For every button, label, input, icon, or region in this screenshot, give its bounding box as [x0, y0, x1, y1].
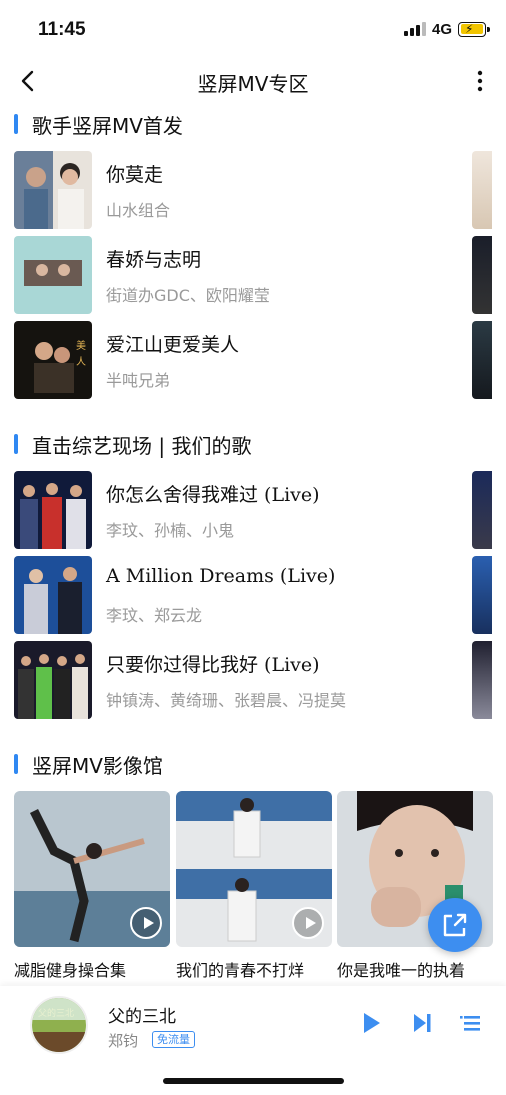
gallery-card[interactable]: 减脂健身操合集 — [14, 791, 170, 981]
share-button[interactable] — [428, 898, 482, 952]
battery-icon: ⚡ — [458, 21, 490, 37]
home-indicator[interactable] — [163, 1078, 344, 1084]
song-cover — [14, 556, 92, 634]
section-accent-bar — [14, 114, 18, 134]
song-row[interactable]: 只要你过得比我好 (Live) 钟镇涛、黄绮珊、张碧晨、冯提莫 — [14, 641, 506, 719]
next-card-peek[interactable] — [472, 151, 492, 229]
svg-text:美: 美 — [76, 339, 86, 352]
song-name: 爱江山更爱美人 — [106, 334, 240, 356]
song-cover — [14, 236, 92, 314]
gallery-thumbnail — [176, 791, 332, 947]
song-name: A Million Dreams (Live) — [106, 565, 336, 587]
section-title-text: 竖屏MV影像馆 — [32, 753, 163, 778]
song-row[interactable]: 你莫走 山水组合 — [14, 151, 506, 229]
song-artist: 李玟、郑云龙 — [106, 606, 203, 625]
song-name: 你怎么舍得我难过 (Live) — [106, 484, 320, 506]
gallery-caption: 你是我唯一的执着 — [337, 961, 466, 980]
signal-icon — [403, 22, 426, 36]
song-artist: 钟镇涛、黄绮珊、张碧晨、冯提莫 — [106, 691, 347, 710]
share-external-icon — [443, 913, 467, 937]
section-accent-bar — [14, 754, 18, 774]
gallery-card[interactable]: 你是我唯一的执着 — [337, 791, 493, 981]
status-time: 11:45 — [38, 19, 86, 40]
section-title-text: 直击综艺现场 | 我们的歌 — [32, 433, 252, 458]
player-artist: 郑钧 — [108, 1032, 139, 1050]
svg-text:父的三北: 父的三北 — [38, 1007, 74, 1019]
status-bar: 11:45 4G ⚡ — [0, 0, 506, 56]
next-card-peek[interactable] — [472, 641, 492, 719]
song-artist: 山水组合 — [106, 201, 171, 220]
song-row[interactable]: 春娇与志明 街道办GDC、欧阳耀莹 — [14, 236, 506, 314]
song-name: 春娇与志明 — [106, 249, 202, 271]
svg-text:人: 人 — [76, 356, 86, 368]
network-type: 4G — [431, 20, 452, 38]
gallery-caption: 减脂健身操合集 — [14, 961, 127, 980]
song-cover — [14, 471, 92, 549]
playlist-icon[interactable] — [459, 1010, 485, 1036]
song-artist: 李玟、孙楠、小鬼 — [106, 521, 235, 540]
player-song-name: 父的三北 — [108, 1007, 176, 1027]
data-free-badge: 免流量 — [152, 1031, 195, 1048]
gallery-card[interactable]: 我们的青春不打烊 — [176, 791, 332, 981]
section-title-text: 歌手竖屏MV首发 — [32, 113, 183, 138]
song-cover — [14, 641, 92, 719]
song-cover: 美人 — [14, 321, 92, 399]
section-title-mv-gallery: 竖屏MV影像馆 — [14, 750, 163, 778]
page-title: 竖屏MV专区 — [197, 72, 309, 96]
section-accent-bar — [14, 434, 18, 454]
next-card-peek[interactable] — [472, 556, 492, 634]
song-row[interactable]: A Million Dreams (Live) 李玟、郑云龙 — [14, 556, 506, 634]
next-card-peek[interactable] — [472, 321, 492, 399]
song-name: 只要你过得比我好 (Live) — [106, 654, 320, 676]
gallery-caption: 我们的青春不打烊 — [176, 961, 305, 980]
next-track-icon[interactable] — [409, 1010, 435, 1036]
more-vertical-icon[interactable] — [476, 70, 484, 92]
gallery-thumbnail — [14, 791, 170, 947]
song-artist: 街道办GDC、欧阳耀莹 — [106, 286, 270, 305]
next-card-peek[interactable] — [472, 471, 492, 549]
next-card-peek[interactable] — [472, 236, 492, 314]
album-art: 父的三北 — [30, 996, 88, 1054]
play-icon[interactable] — [130, 907, 162, 939]
song-name: 你莫走 — [106, 164, 164, 186]
song-row[interactable]: 美人 爱江山更爱美人 半吨兄弟 — [14, 321, 506, 399]
section-title-new-mv: 歌手竖屏MV首发 — [14, 110, 183, 138]
song-artist: 半吨兄弟 — [106, 371, 171, 390]
song-row[interactable]: 你怎么舍得我难过 (Live) 李玟、孙楠、小鬼 — [14, 471, 506, 549]
song-cover — [14, 151, 92, 229]
section-title-variety-live: 直击综艺现场 | 我们的歌 — [14, 430, 251, 458]
nav-bar: 竖屏MV专区 — [0, 56, 506, 106]
play-icon[interactable] — [292, 907, 324, 939]
status-indicators: 4G ⚡ — [403, 20, 490, 38]
play-icon[interactable] — [358, 1010, 384, 1036]
